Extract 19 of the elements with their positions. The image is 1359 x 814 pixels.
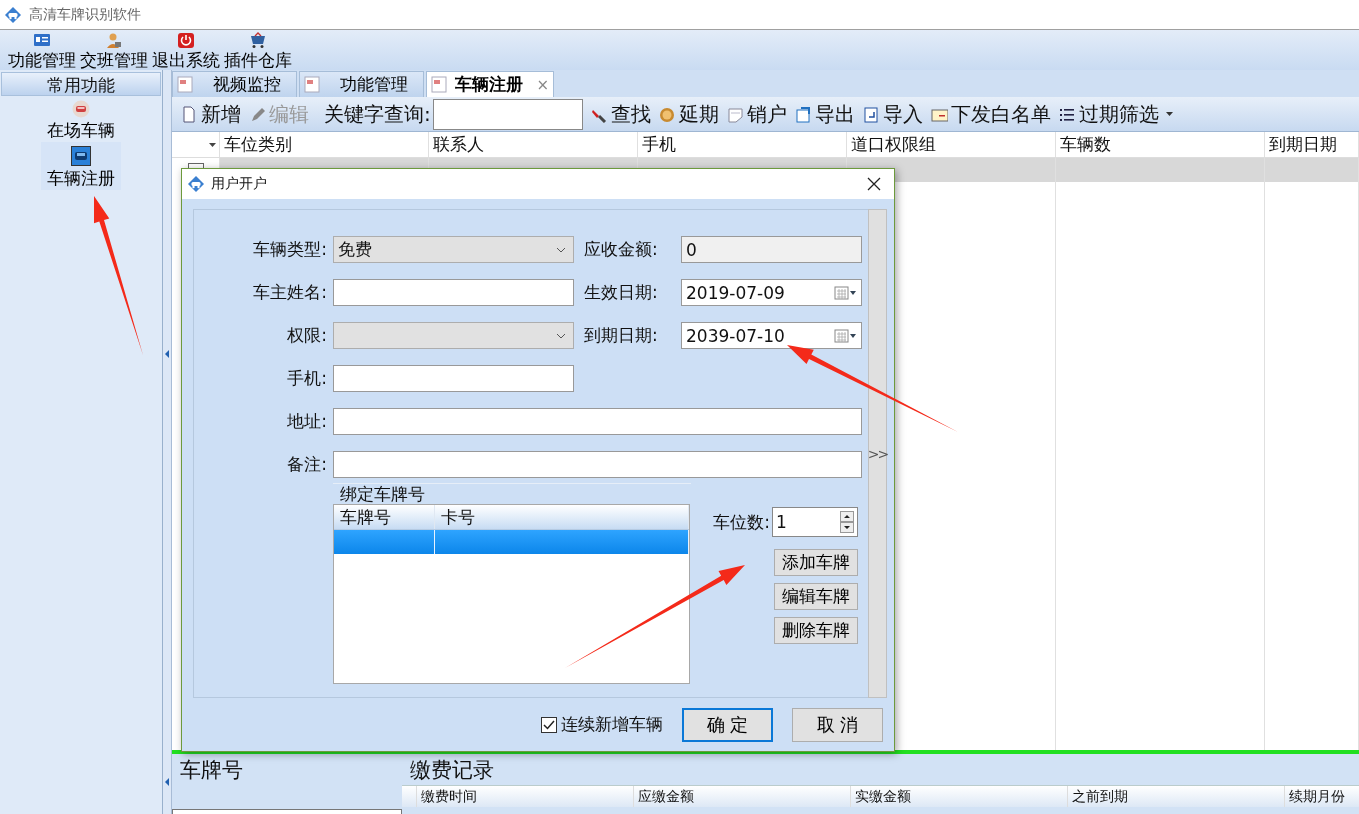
field-label: 车位数: bbox=[713, 510, 770, 534]
dialog-title: 用户开户 bbox=[211, 175, 268, 193]
field-label: 备注: bbox=[286, 453, 327, 476]
field-label: 手机: bbox=[286, 367, 327, 390]
search-label: 关键字查询: bbox=[324, 100, 431, 128]
field-label: 权限: bbox=[286, 324, 327, 347]
checkbox-label: 连续新增车辆 bbox=[561, 713, 663, 736]
field-label: 应收金额: bbox=[583, 238, 659, 261]
sidebar-header: 常用功能 bbox=[1, 72, 161, 96]
window-title: 高清车牌识别软件 bbox=[29, 5, 141, 24]
amount-field: 0 bbox=[681, 236, 862, 263]
section-title: 缴费记录 bbox=[409, 757, 495, 784]
field-label: 地址: bbox=[286, 410, 327, 433]
field-label: 车辆类型: bbox=[252, 238, 327, 261]
field-label: 车主姓名: bbox=[252, 281, 327, 304]
field-label: 生效日期: bbox=[583, 281, 659, 304]
field-label: 到期日期: bbox=[583, 324, 659, 347]
section-title: 车牌号 bbox=[179, 757, 244, 784]
group-title: 绑定车牌号 bbox=[339, 484, 426, 504]
